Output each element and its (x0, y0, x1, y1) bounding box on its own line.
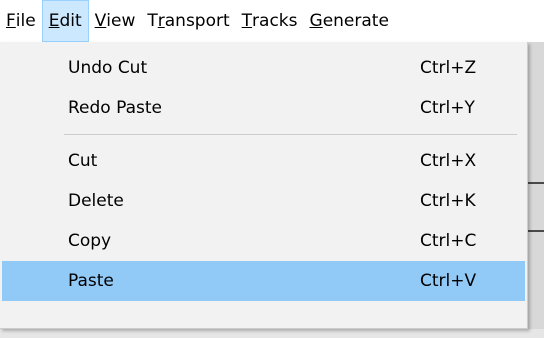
background-strip (0, 329, 544, 338)
menu-generate-mnemonic: G (309, 11, 323, 31)
menu-file[interactable]: File (0, 0, 42, 42)
app-window: File Edit View Tr ansport Tracks Generate… (0, 0, 544, 338)
menu-item-label: Redo Paste (68, 98, 162, 118)
background-track-area (528, 42, 544, 338)
menu-item-shortcut: Ctrl+V (420, 271, 477, 291)
menu-item-delete[interactable]: Delete Ctrl+K (2, 181, 525, 221)
menu-view[interactable]: View (89, 0, 142, 42)
menu-item-paste[interactable]: Paste Ctrl+V (2, 261, 525, 301)
track-divider (528, 182, 544, 184)
menu-file-mnemonic: F (6, 11, 16, 31)
menu-tracks-rest: racks (252, 11, 298, 31)
menu-item-cut[interactable]: Cut Ctrl+X (2, 141, 525, 181)
menu-item-shortcut: Ctrl+Z (420, 58, 477, 78)
edit-menu-dropdown: Undo Cut Ctrl+Z Redo Paste Ctrl+Y Cut Ct… (0, 42, 528, 329)
menu-transport-rest: ansport (164, 11, 230, 31)
menu-item-shortcut: Ctrl+C (420, 231, 477, 251)
menu-edit[interactable]: Edit (41, 0, 89, 42)
menu-item-label: Copy (68, 231, 112, 251)
menu-item-shortcut: Ctrl+K (420, 191, 476, 211)
menu-transport-prefix: T (147, 11, 158, 31)
menu-generate-rest: enerate (322, 11, 389, 31)
menu-item-label: Paste (68, 271, 114, 291)
menu-view-rest: iew (106, 11, 136, 31)
menu-transport[interactable]: Tr ansport (141, 0, 235, 42)
track-divider (528, 230, 544, 232)
menu-generate[interactable]: Generate (304, 0, 395, 42)
menu-bar: File Edit View Tr ansport Tracks Generate (0, 0, 544, 42)
menu-tracks-mnemonic: T (241, 11, 253, 31)
menu-edit-mnemonic: E (48, 11, 60, 31)
menu-item-shortcut: Ctrl+X (420, 151, 477, 171)
menu-item-label: Undo Cut (68, 58, 148, 78)
menu-item-undo-cut[interactable]: Undo Cut Ctrl+Z (2, 48, 525, 88)
menu-tracks[interactable]: Tracks (236, 0, 304, 42)
menu-file-rest: ile (15, 11, 36, 31)
menu-view-mnemonic: V (94, 11, 107, 31)
menu-item-redo-paste[interactable]: Redo Paste Ctrl+Y (2, 88, 525, 128)
menu-transport-mnemonic: r (157, 11, 165, 31)
menu-edit-rest: dit (59, 11, 82, 31)
menu-item-copy[interactable]: Copy Ctrl+C (2, 221, 525, 261)
menu-separator (64, 134, 517, 135)
menu-item-label: Delete (68, 191, 124, 211)
menu-item-label: Cut (68, 151, 98, 171)
menu-item-shortcut: Ctrl+Y (420, 98, 475, 118)
